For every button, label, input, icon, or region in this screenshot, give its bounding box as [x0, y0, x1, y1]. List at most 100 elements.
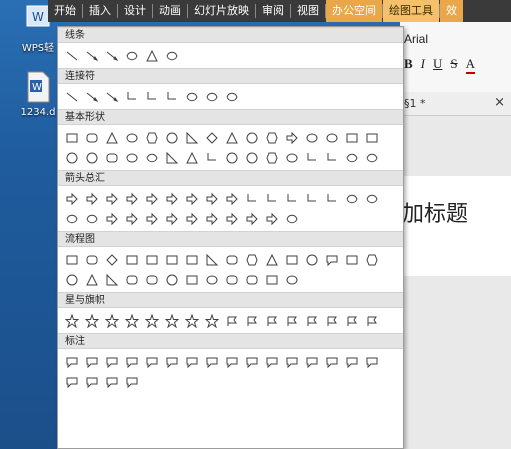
shape-option[interactable]	[122, 148, 142, 168]
font-color-button[interactable]: A	[465, 56, 476, 74]
shape-option[interactable]	[202, 128, 222, 148]
shape-option[interactable]	[162, 128, 182, 148]
shape-option[interactable]	[342, 189, 362, 209]
shape-option[interactable]	[62, 372, 82, 392]
shape-option[interactable]	[122, 46, 142, 66]
shape-option[interactable]	[142, 311, 162, 331]
shape-option[interactable]	[202, 148, 222, 168]
shape-option[interactable]	[82, 209, 102, 229]
shape-option[interactable]	[202, 250, 222, 270]
shape-option[interactable]	[62, 128, 82, 148]
shape-option[interactable]	[322, 189, 342, 209]
shape-option[interactable]	[362, 250, 382, 270]
shape-option[interactable]	[82, 128, 102, 148]
shape-option[interactable]	[62, 189, 82, 209]
shape-option[interactable]	[162, 352, 182, 372]
shape-option[interactable]	[142, 148, 162, 168]
shape-option[interactable]	[142, 209, 162, 229]
shape-option[interactable]	[262, 311, 282, 331]
shape-option[interactable]	[162, 46, 182, 66]
shape-option[interactable]	[182, 270, 202, 290]
shape-option[interactable]	[362, 189, 382, 209]
shape-option[interactable]	[222, 189, 242, 209]
tab-view[interactable]: 视图	[291, 0, 325, 22]
shape-option[interactable]	[122, 87, 142, 107]
shape-option[interactable]	[202, 311, 222, 331]
shape-option[interactable]	[282, 250, 302, 270]
shape-option[interactable]	[282, 311, 302, 331]
shape-option[interactable]	[182, 311, 202, 331]
shape-option[interactable]	[102, 148, 122, 168]
shape-option[interactable]	[222, 128, 242, 148]
shape-option[interactable]	[102, 311, 122, 331]
shape-option[interactable]	[142, 250, 162, 270]
shape-option[interactable]	[362, 352, 382, 372]
shape-option[interactable]	[342, 148, 362, 168]
shape-option[interactable]	[262, 270, 282, 290]
shape-option[interactable]	[202, 209, 222, 229]
shape-option[interactable]	[182, 209, 202, 229]
shape-option[interactable]	[62, 352, 82, 372]
shape-option[interactable]	[82, 311, 102, 331]
shape-option[interactable]	[142, 189, 162, 209]
shape-option[interactable]	[222, 148, 242, 168]
shape-option[interactable]	[62, 270, 82, 290]
shape-option[interactable]	[82, 87, 102, 107]
shape-option[interactable]	[242, 311, 262, 331]
shape-option[interactable]	[262, 352, 282, 372]
close-icon[interactable]: ×	[494, 95, 505, 110]
desktop-icon-document[interactable]: W 1234.d	[16, 70, 60, 118]
shape-option[interactable]	[102, 46, 122, 66]
shape-option[interactable]	[182, 352, 202, 372]
shape-option[interactable]	[342, 352, 362, 372]
shape-option[interactable]	[162, 148, 182, 168]
tab-office-space[interactable]: 办公空间	[326, 0, 382, 22]
shape-option[interactable]	[182, 128, 202, 148]
shape-option[interactable]	[102, 128, 122, 148]
shape-option[interactable]	[262, 189, 282, 209]
tab-slideshow[interactable]: 幻灯片放映	[188, 0, 255, 22]
shape-option[interactable]	[242, 148, 262, 168]
shape-option[interactable]	[122, 209, 142, 229]
tab-design[interactable]: 设计	[118, 0, 152, 22]
shape-option[interactable]	[282, 128, 302, 148]
shape-option[interactable]	[142, 270, 162, 290]
shape-option[interactable]	[222, 270, 242, 290]
shape-option[interactable]	[82, 250, 102, 270]
shape-option[interactable]	[62, 87, 82, 107]
shape-option[interactable]	[282, 148, 302, 168]
shape-option[interactable]	[102, 87, 122, 107]
shape-option[interactable]	[322, 128, 342, 148]
underline-button[interactable]: U	[433, 56, 442, 74]
shape-option[interactable]	[342, 128, 362, 148]
shape-option[interactable]	[102, 372, 122, 392]
shape-option[interactable]	[202, 352, 222, 372]
shape-option[interactable]	[202, 87, 222, 107]
shape-option[interactable]	[142, 128, 162, 148]
shape-option[interactable]	[122, 250, 142, 270]
shape-option[interactable]	[242, 189, 262, 209]
shape-option[interactable]	[242, 250, 262, 270]
shape-option[interactable]	[182, 87, 202, 107]
tab-home[interactable]: 开始	[48, 0, 82, 22]
shape-option[interactable]	[242, 352, 262, 372]
strikethrough-button[interactable]: S	[450, 56, 457, 74]
shape-option[interactable]	[322, 148, 342, 168]
shape-option[interactable]	[182, 189, 202, 209]
shape-option[interactable]	[322, 311, 342, 331]
tab-animation[interactable]: 动画	[153, 0, 187, 22]
shape-option[interactable]	[162, 209, 182, 229]
shape-option[interactable]	[222, 209, 242, 229]
shape-option[interactable]	[242, 270, 262, 290]
shape-option[interactable]	[282, 352, 302, 372]
tab-effects[interactable]: 效	[440, 0, 463, 22]
shape-option[interactable]	[62, 250, 82, 270]
slide[interactable]: 加标题	[400, 176, 511, 276]
shape-option[interactable]	[242, 128, 262, 148]
shape-option[interactable]	[302, 128, 322, 148]
shape-option[interactable]	[162, 189, 182, 209]
shape-option[interactable]	[142, 352, 162, 372]
shape-option[interactable]	[302, 250, 322, 270]
shape-option[interactable]	[62, 209, 82, 229]
shape-option[interactable]	[362, 148, 382, 168]
